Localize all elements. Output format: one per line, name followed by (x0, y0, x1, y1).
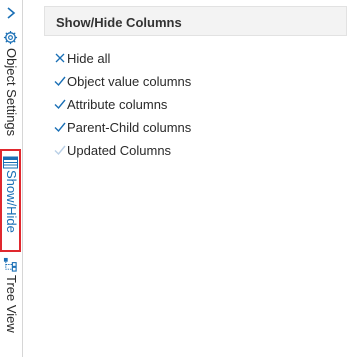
tab-show-hide[interactable]: Show/Hide (0, 149, 21, 252)
check-icon (54, 122, 66, 133)
object-value-columns-option[interactable]: Object value columns (54, 72, 191, 90)
chevron-right-icon[interactable] (4, 6, 18, 20)
attribute-columns-label: Attribute columns (67, 96, 168, 112)
columns-icon (3, 156, 18, 169)
parent-child-columns-option[interactable]: Parent-Child columns (54, 118, 191, 136)
gear-icon (3, 30, 18, 45)
vertical-tab-strip: Object Settings Show/Hide Tree View (0, 0, 23, 357)
hide-all-option[interactable]: Hide all (54, 49, 110, 67)
parent-child-columns-label: Parent-Child columns (67, 119, 192, 135)
hide-all-label: Hide all (67, 50, 111, 66)
attribute-columns-option[interactable]: Attribute columns (54, 95, 167, 113)
tab-object-settings-label: Object Settings (4, 48, 19, 137)
tab-show-hide-label: Show/Hide (4, 170, 19, 233)
panel-header: Show/Hide Columns (44, 6, 347, 36)
panel-title: Show/Hide Columns (56, 15, 182, 30)
updated-columns-label: Updated Columns (67, 142, 172, 158)
x-icon (55, 53, 65, 63)
tree-icon (3, 257, 17, 272)
object-value-columns-label: Object value columns (67, 73, 192, 89)
app-root: Object Settings Show/Hide Tree View Show… (0, 0, 359, 357)
updated-columns-option[interactable]: Updated Columns (54, 141, 171, 159)
tab-object-settings[interactable]: Object Settings (0, 28, 22, 143)
check-icon (54, 76, 66, 87)
tab-tree-view-label: Tree View (4, 275, 19, 333)
check-icon (54, 99, 66, 110)
check-faded-icon (54, 145, 66, 156)
tab-tree-view[interactable]: Tree View (0, 255, 22, 345)
show-hide-columns-panel: Show/Hide Columns Hide all Object value … (44, 6, 347, 346)
